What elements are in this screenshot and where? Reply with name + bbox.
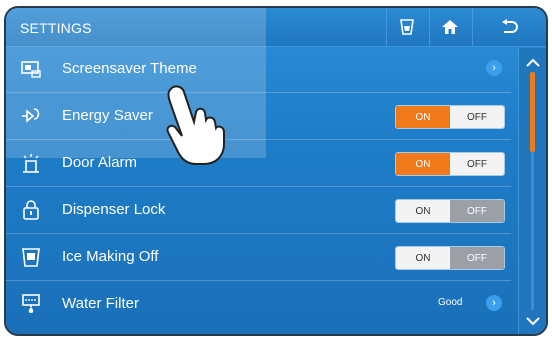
- door-alarm-toggle[interactable]: ON OFF: [395, 152, 505, 176]
- hand-pointer-icon: [160, 82, 230, 171]
- back-button[interactable]: [472, 8, 546, 46]
- toggle-on-option[interactable]: ON: [396, 106, 450, 128]
- filter-status-text: Good: [438, 297, 463, 308]
- toggle-on-option[interactable]: ON: [396, 200, 450, 222]
- chevron-right-icon[interactable]: ›: [486, 295, 502, 311]
- scroll-thumb[interactable]: [530, 72, 535, 152]
- ice-off-icon: [20, 246, 42, 268]
- scrollbar[interactable]: [518, 48, 546, 334]
- row-label: Dispenser Lock: [62, 201, 166, 218]
- back-icon: [502, 19, 518, 33]
- row-label: Ice Making Off: [62, 248, 159, 265]
- toggle-off-option[interactable]: OFF: [450, 247, 504, 269]
- lock-icon: [20, 199, 42, 221]
- toggle-off-option[interactable]: OFF: [450, 200, 504, 222]
- energy-saver-toggle[interactable]: ON OFF: [395, 105, 505, 129]
- home-button[interactable]: [429, 8, 471, 46]
- toggle-off-option[interactable]: OFF: [450, 153, 504, 175]
- dispenser-lock-toggle[interactable]: ON OFF: [395, 199, 505, 223]
- water-filter-icon: [20, 293, 42, 315]
- list-item-water-filter[interactable]: Water Filter Good ›: [6, 281, 511, 327]
- ice-making-toggle[interactable]: ON OFF: [395, 246, 505, 270]
- toggle-on-option[interactable]: ON: [396, 153, 450, 175]
- chevron-down-icon[interactable]: [525, 314, 541, 326]
- chevron-right-icon[interactable]: ›: [486, 60, 502, 76]
- settings-panel: SETTINGS Screensaver Theme › Energy Save…: [6, 8, 546, 334]
- home-icon: [442, 20, 458, 34]
- row-label: Water Filter: [62, 295, 139, 312]
- toggle-on-option[interactable]: ON: [396, 247, 450, 269]
- device-screen: SETTINGS Screensaver Theme › Energy Save…: [4, 6, 548, 336]
- water-cup-icon: [400, 19, 414, 35]
- water-cup-button[interactable]: [386, 8, 428, 46]
- chevron-up-icon[interactable]: [525, 56, 541, 68]
- toggle-off-option[interactable]: OFF: [450, 106, 504, 128]
- list-item-dispenser-lock: Dispenser Lock ON OFF: [6, 187, 511, 234]
- list-item-ice-making-off: Ice Making Off ON OFF: [6, 234, 511, 281]
